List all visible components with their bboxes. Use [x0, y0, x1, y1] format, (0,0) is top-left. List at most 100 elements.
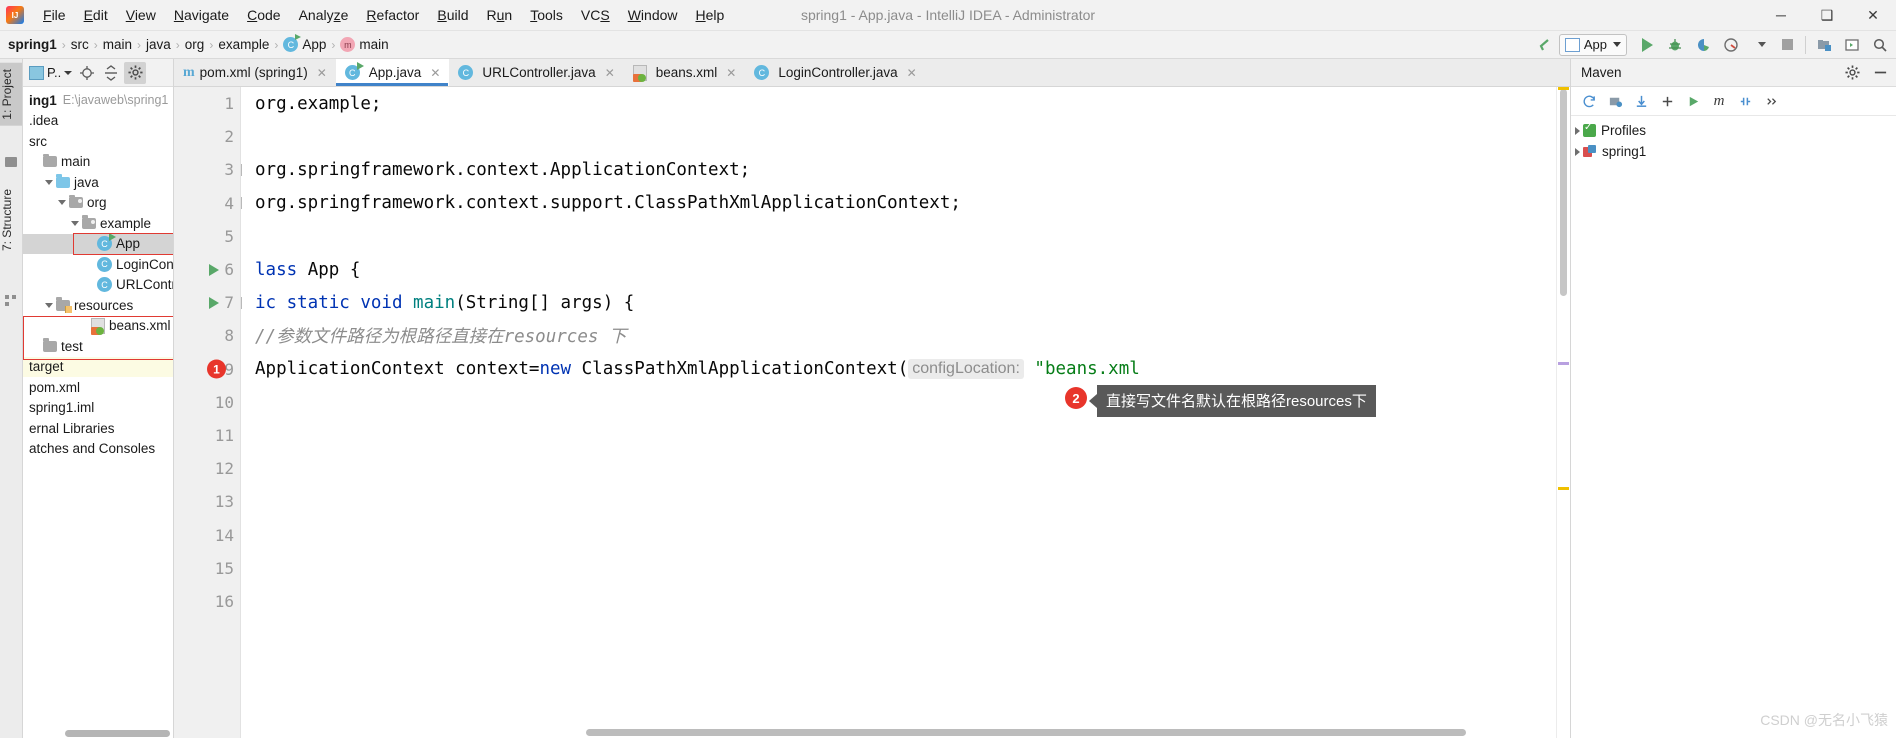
- breadcrumb-item-example[interactable]: example: [218, 37, 269, 52]
- tree-row-app[interactable]: C App: [23, 233, 173, 254]
- editor-tab-app-java[interactable]: C App.java ✕: [335, 59, 450, 86]
- locate-file-icon[interactable]: [76, 62, 98, 84]
- reload-all-maven-projects-icon[interactable]: [1577, 90, 1601, 112]
- generate-sources-icon[interactable]: [1603, 90, 1627, 112]
- chevron-right-icon[interactable]: [1575, 126, 1580, 135]
- tree-row-scratches-and-consoles[interactable]: atches and Consoles: [23, 439, 173, 460]
- gear-icon[interactable]: [1839, 61, 1865, 85]
- sidebar-item-project[interactable]: 1: Project: [0, 63, 22, 126]
- editor-hscrollbar[interactable]: [586, 729, 1466, 736]
- change-marker[interactable]: [1558, 362, 1569, 365]
- toggle-skip-tests-icon[interactable]: [1733, 90, 1757, 112]
- tree-row-main[interactable]: main: [23, 152, 173, 173]
- breadcrumb-item-app[interactable]: C App: [283, 34, 326, 52]
- project-view-selector[interactable]: P..: [27, 64, 74, 81]
- back-arrow-icon[interactable]: [1532, 33, 1558, 57]
- tree-row-test[interactable]: test: [23, 336, 173, 357]
- close-icon[interactable]: ✕: [605, 66, 615, 80]
- menu-item-build[interactable]: Build: [428, 4, 477, 26]
- tree-row-example[interactable]: example: [23, 213, 173, 234]
- fold-icon[interactable]: [241, 296, 242, 309]
- menu-item-run[interactable]: Run: [478, 4, 522, 26]
- close-icon[interactable]: ✕: [430, 66, 440, 80]
- breadcrumb-item-project[interactable]: spring1: [8, 37, 57, 52]
- editor-vscrollbar[interactable]: [1560, 89, 1567, 296]
- editor-tab-pom-xml[interactable]: m pom.xml (spring1) ✕: [174, 59, 336, 86]
- menu-item-tools[interactable]: Tools: [521, 4, 572, 26]
- close-icon[interactable]: ✕: [907, 66, 917, 80]
- more-options-icon[interactable]: [1759, 90, 1783, 112]
- chevron-down-icon[interactable]: [71, 220, 79, 226]
- menu-item-help[interactable]: Help: [687, 4, 734, 26]
- minimize-icon[interactable]: ─: [1758, 0, 1804, 30]
- breadcrumb-item-method-main[interactable]: m main: [340, 37, 389, 52]
- maximize-icon[interactable]: ❑: [1804, 0, 1850, 30]
- build-project-icon[interactable]: [1811, 33, 1837, 57]
- run-gutter-icon[interactable]: [209, 263, 219, 276]
- run-gutter-icon[interactable]: [209, 296, 219, 309]
- editor-tab-logincontroller-java[interactable]: C LoginController.java ✕: [745, 59, 925, 86]
- execute-maven-goal-icon[interactable]: m: [1707, 90, 1731, 112]
- gear-icon[interactable]: [124, 61, 147, 84]
- menu-item-edit[interactable]: Edit: [75, 4, 117, 26]
- menu-item-window[interactable]: Window: [619, 4, 687, 26]
- maven-tree[interactable]: Profiles spring1: [1571, 116, 1896, 162]
- chevron-right-icon[interactable]: [1575, 147, 1580, 156]
- tree-row-target[interactable]: target: [23, 356, 173, 377]
- tree-row-resources[interactable]: resources: [23, 295, 173, 316]
- close-icon[interactable]: ✕: [1850, 0, 1896, 30]
- editor-tab-beans-xml[interactable]: beans.xml ✕: [624, 59, 746, 86]
- breadcrumb-item-org[interactable]: org: [185, 37, 205, 52]
- tree-row-org[interactable]: org: [23, 193, 173, 214]
- sidebar-item-structure[interactable]: 7: Structure: [0, 183, 22, 257]
- project-tree[interactable]: ing1 E:\javaweb\spring1 .idea src main j…: [23, 87, 173, 738]
- profiler-icon[interactable]: [1718, 33, 1744, 57]
- structure-icon[interactable]: [5, 294, 17, 306]
- menu-item-navigate[interactable]: Navigate: [165, 4, 238, 26]
- maven-tree-row-spring1[interactable]: spring1: [1571, 141, 1896, 162]
- maven-tree-row-profiles[interactable]: Profiles: [1571, 120, 1896, 141]
- hide-icon[interactable]: [1867, 61, 1893, 85]
- search-everywhere-icon[interactable]: [1867, 33, 1893, 57]
- menu-item-refactor[interactable]: Refactor: [357, 4, 428, 26]
- fold-icon[interactable]: [241, 163, 242, 176]
- breadcrumb-item-src[interactable]: src: [71, 37, 89, 52]
- fold-icon[interactable]: [241, 197, 242, 210]
- tree-row-logincontroller[interactable]: C LoginCon: [23, 254, 173, 275]
- tree-row-urlcontroller[interactable]: C URLContr: [23, 275, 173, 296]
- tree-row-beans-xml[interactable]: beans.xml: [23, 316, 173, 337]
- chevron-down-icon[interactable]: [45, 179, 53, 185]
- tree-row-idea[interactable]: .idea: [23, 111, 173, 132]
- close-icon[interactable]: ✕: [317, 66, 327, 80]
- editor-gutter[interactable]: 1 2 3 4 5 6 7 8 9 1 10 11 12 13 14 15 16: [174, 87, 241, 738]
- warning-marker[interactable]: [1558, 87, 1569, 90]
- run-with-coverage-icon[interactable]: [1690, 33, 1716, 57]
- menu-item-code[interactable]: Code: [238, 4, 289, 26]
- breadcrumb-item-java[interactable]: java: [146, 37, 171, 52]
- editor-tab-urlcontroller-java[interactable]: C URLController.java ✕: [449, 59, 623, 86]
- chevron-down-icon[interactable]: [1746, 33, 1772, 57]
- warning-marker[interactable]: [1558, 487, 1569, 490]
- menu-item-analyze[interactable]: Analyze: [290, 4, 358, 26]
- editor-marker-strip[interactable]: [1556, 87, 1570, 738]
- breadcrumb-item-main[interactable]: main: [103, 37, 132, 52]
- tree-row-spring1-iml[interactable]: spring1.iml: [23, 398, 173, 419]
- run-maven-build-icon[interactable]: [1681, 90, 1705, 112]
- debug-icon[interactable]: [1662, 33, 1688, 57]
- add-maven-project-icon[interactable]: [1655, 90, 1679, 112]
- tree-row-pom-xml[interactable]: pom.xml: [23, 377, 173, 398]
- collapse-all-icon[interactable]: [100, 62, 122, 84]
- download-sources-icon[interactable]: [1629, 90, 1653, 112]
- close-icon[interactable]: ✕: [726, 66, 736, 80]
- menu-item-file[interactable]: File: [34, 4, 75, 26]
- menu-item-view[interactable]: View: [117, 4, 165, 26]
- menu-item-vcs[interactable]: VCS: [572, 4, 619, 26]
- run-icon[interactable]: [1634, 33, 1660, 57]
- stop-icon[interactable]: [1774, 33, 1800, 57]
- chevron-down-icon[interactable]: [58, 200, 66, 206]
- tree-row-src[interactable]: src: [23, 131, 173, 152]
- run-configuration-selector[interactable]: App: [1558, 33, 1627, 56]
- tree-row-project-root[interactable]: ing1 E:\javaweb\spring1: [23, 90, 173, 111]
- tree-row-java[interactable]: java: [23, 172, 173, 193]
- favorites-icon[interactable]: [5, 157, 17, 167]
